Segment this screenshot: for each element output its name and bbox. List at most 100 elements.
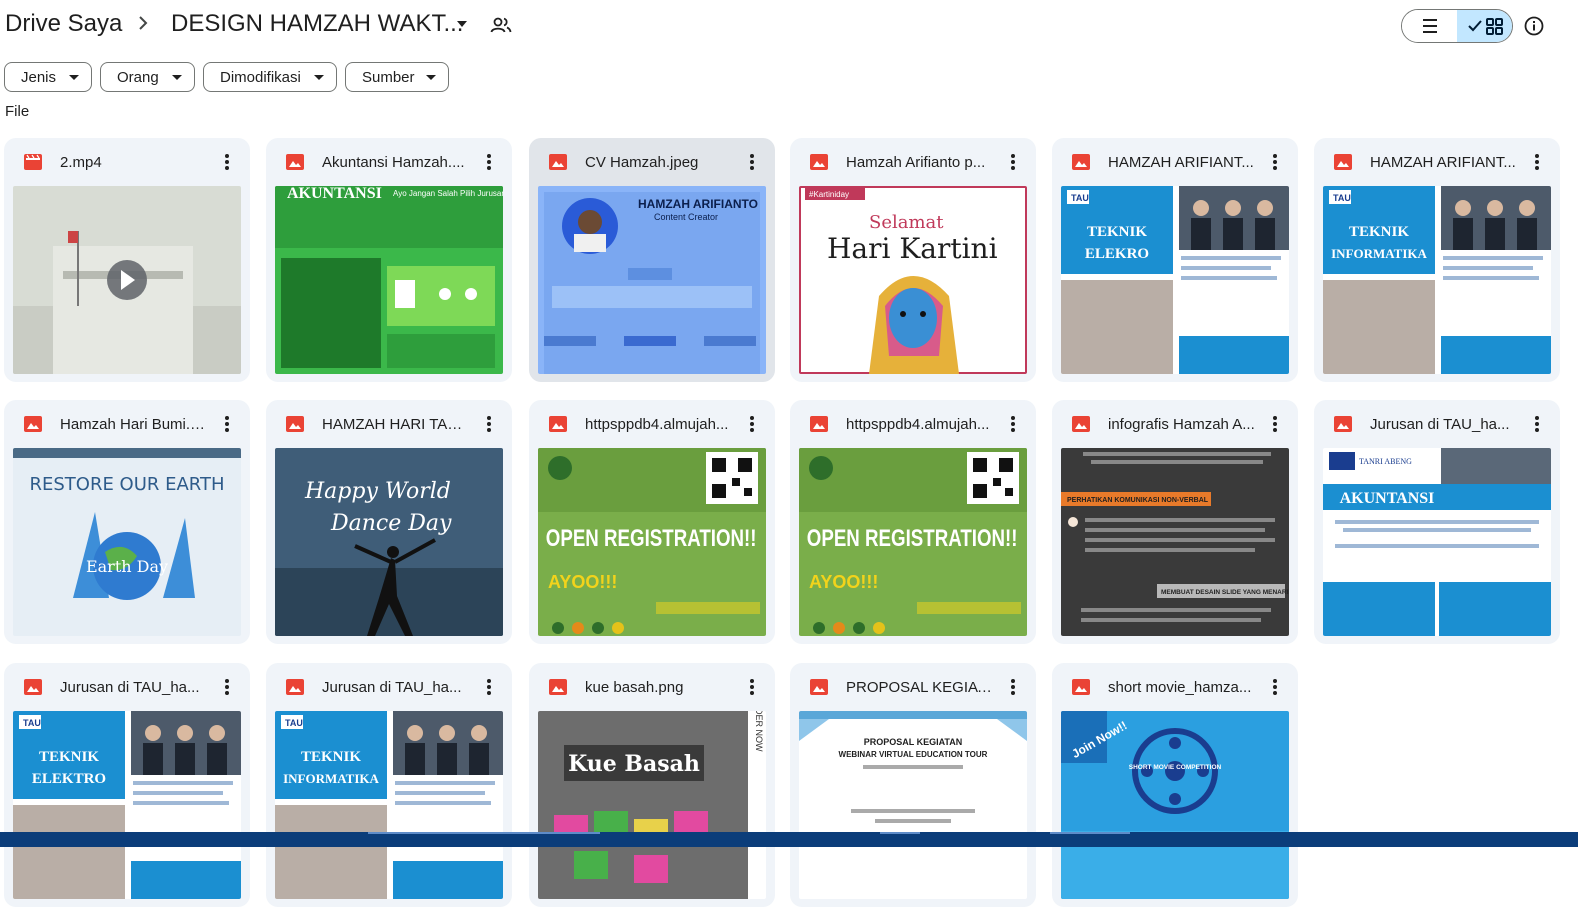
file-thumbnail[interactable]: RESTORE OUR EARTH Earth Day: [13, 448, 241, 636]
filter-label: Jenis: [21, 69, 57, 86]
file-card[interactable]: infografis Hamzah A... PERHATIKAN KOMUNI…: [1052, 400, 1298, 644]
file-card[interactable]: PROPOSAL KEGIAT... PROPOSAL KEGIATAN WEB…: [790, 663, 1036, 907]
list-view-button[interactable]: [1402, 10, 1458, 42]
grid-view-button[interactable]: [1457, 10, 1512, 42]
thumb-title: TEKNIK: [301, 749, 361, 765]
thumbnail-image: PROPOSAL KEGIATAN WEBINAR VIRTUAL EDUCAT…: [799, 711, 1027, 899]
more-vert-icon[interactable]: [220, 414, 234, 434]
more-vert-icon[interactable]: [1006, 677, 1020, 697]
file-thumbnail[interactable]: OPEN REGISTRATION!! AYOO!!!: [538, 448, 766, 636]
view-toggle: [1401, 9, 1513, 43]
svg-text:TAU: TAU: [1071, 193, 1089, 203]
more-vert-icon[interactable]: [1006, 152, 1020, 172]
filter-label: Sumber: [362, 69, 415, 86]
file-card[interactable]: httpsppdb4.almujah... OPEN REGISTRATION!…: [790, 400, 1036, 644]
check-grid-icon: [1468, 18, 1503, 35]
thumbnail-image: TAU TEKNIK INFORMATIKA: [275, 711, 503, 899]
file-name: Jurusan di TAU_ha...: [60, 679, 200, 696]
file-card[interactable]: CV Hamzah.jpeg HAMZAH ARIFIANTO Content …: [529, 138, 775, 382]
section-label: File: [5, 103, 30, 120]
image-file-icon: [549, 416, 567, 432]
more-vert-icon[interactable]: [1006, 414, 1020, 434]
file-thumbnail[interactable]: OPEN REGISTRATION!! AYOO!!!: [799, 448, 1027, 636]
file-thumbnail[interactable]: AKUNTANSI Ayo Jangan Salah Pilih Jurusan…: [275, 186, 503, 374]
more-vert-icon[interactable]: [482, 152, 496, 172]
thumb-title: INFORMATIKA: [283, 771, 379, 786]
svg-text:TAU: TAU: [23, 718, 41, 728]
more-vert-icon[interactable]: [745, 414, 759, 434]
filter-orang[interactable]: Orang: [100, 62, 195, 92]
thumb-title: AKUNTANSI: [287, 186, 382, 202]
file-thumbnail[interactable]: [13, 186, 241, 374]
filter-label: Dimodifikasi: [220, 69, 301, 86]
file-card[interactable]: kue basah.png Kue Basah ORDER NOW: [529, 663, 775, 907]
file-card[interactable]: Jurusan di TAU_ha... TANRI ABENG AKUNTAN…: [1314, 400, 1560, 644]
image-file-icon: [1072, 416, 1090, 432]
thumb-title: HAMZAH ARIFIANTO: [638, 197, 758, 211]
file-card[interactable]: HAMZAH ARIFIANT... TAU TEKNIK ELEKRO: [1052, 138, 1298, 382]
more-vert-icon[interactable]: [220, 152, 234, 172]
thumb-title: WEBINAR VIRTUAL EDUCATION TOUR: [839, 750, 988, 759]
more-vert-icon[interactable]: [1268, 414, 1282, 434]
file-card[interactable]: short movie_hamza... Join Now!! SHORT MO…: [1052, 663, 1298, 907]
image-file-icon: [1334, 416, 1352, 432]
filter-dimodifikasi[interactable]: Dimodifikasi: [203, 62, 337, 92]
file-card[interactable]: Akuntansi Hamzah.... AKUNTANSI Ayo Janga…: [266, 138, 512, 382]
more-vert-icon[interactable]: [1268, 152, 1282, 172]
filter-jenis[interactable]: Jenis: [4, 62, 92, 92]
file-thumbnail[interactable]: Happy World Dance Day: [275, 448, 503, 636]
more-vert-icon[interactable]: [1530, 152, 1544, 172]
file-card[interactable]: httpsppdb4.almujah... OPEN REGISTRATION!…: [529, 400, 775, 644]
more-vert-icon[interactable]: [1268, 677, 1282, 697]
file-card[interactable]: Jurusan di TAU_ha... TAU TEKNIK INFORMAT…: [266, 663, 512, 907]
file-thumbnail[interactable]: TAU TEKNIK ELEKTRO: [13, 711, 241, 899]
thumbnail-image: Happy World Dance Day: [275, 448, 503, 636]
breadcrumb-current-folder[interactable]: DESIGN HAMZAH WAKT...: [171, 10, 463, 38]
breadcrumb-root[interactable]: Drive Saya: [5, 10, 122, 38]
thumb-title: TEKNIK: [1349, 224, 1409, 240]
more-vert-icon[interactable]: [745, 152, 759, 172]
file-card[interactable]: HAMZAH HARI TARI ... Happy World Dance D…: [266, 400, 512, 644]
taskbar-accent: [880, 832, 920, 834]
filter-sumber[interactable]: Sumber: [345, 62, 449, 92]
thumbnail-image: HAMZAH ARIFIANTO Content Creator: [538, 186, 766, 374]
file-name: httpsppdb4.almujah...: [846, 416, 990, 433]
file-card[interactable]: Jurusan di TAU_ha... TAU TEKNIK ELEKTRO: [4, 663, 250, 907]
thumb-title: PROPOSAL KEGIATAN: [864, 737, 963, 747]
more-vert-icon[interactable]: [745, 677, 759, 697]
thumbnail-image: PERHATIKAN KOMUNIKASI NON-VERBAL MEMBUAT…: [1061, 448, 1289, 636]
file-name: short movie_hamza...: [1108, 679, 1252, 696]
info-icon[interactable]: [1523, 15, 1545, 37]
thumb-title: OPEN REGISTRATION!!: [546, 525, 757, 552]
thumbnail-image: [13, 186, 241, 374]
more-vert-icon[interactable]: [482, 414, 496, 434]
shared-folder-icon: [490, 17, 512, 33]
file-card[interactable]: 2.mp4: [4, 138, 250, 382]
file-name: Akuntansi Hamzah....: [322, 154, 465, 171]
more-vert-icon[interactable]: [220, 677, 234, 697]
file-thumbnail[interactable]: TAU TEKNIK INFORMATIKA: [1323, 186, 1551, 374]
file-thumbnail[interactable]: TAU TEKNIK ELEKRO: [1061, 186, 1289, 374]
file-thumbnail[interactable]: #Kartiniday Selamat Hari Kartini: [799, 186, 1027, 374]
file-card[interactable]: Hamzah Arifianto p... #Kartiniday Selama…: [790, 138, 1036, 382]
file-thumbnail[interactable]: PROPOSAL KEGIATAN WEBINAR VIRTUAL EDUCAT…: [799, 711, 1027, 899]
file-thumbnail[interactable]: HAMZAH ARIFIANTO Content Creator: [538, 186, 766, 374]
file-thumbnail[interactable]: Kue Basah ORDER NOW: [538, 711, 766, 899]
file-name: httpsppdb4.almujah...: [585, 416, 729, 433]
thumb-title: Selamat: [869, 212, 944, 233]
file-thumbnail[interactable]: Join Now!! SHORT MOVIE COMPETITION: [1061, 711, 1289, 899]
file-card[interactable]: Hamzah Hari Bumi.p... RESTORE OUR EARTH …: [4, 400, 250, 644]
thumb-title: Ayo Jangan Salah Pilih Jurusan!!!: [393, 189, 503, 198]
thumb-title: OPEN REGISTRATION!!: [807, 525, 1018, 552]
file-card[interactable]: HAMZAH ARIFIANT... TAU TEKNIK INFORMATIK…: [1314, 138, 1560, 382]
thumbnail-image: Join Now!! SHORT MOVIE COMPETITION: [1061, 711, 1289, 899]
thumb-title: TEKNIK: [39, 749, 99, 765]
more-vert-icon[interactable]: [482, 677, 496, 697]
thumb-title: PERHATIKAN KOMUNIKASI NON-VERBAL: [1067, 497, 1209, 504]
caret-down-icon[interactable]: [455, 19, 469, 29]
more-vert-icon[interactable]: [1530, 414, 1544, 434]
file-thumbnail[interactable]: TANRI ABENG AKUNTANSI: [1323, 448, 1551, 636]
file-thumbnail[interactable]: PERHATIKAN KOMUNIKASI NON-VERBAL MEMBUAT…: [1061, 448, 1289, 636]
thumb-title: Hari Kartini: [827, 232, 998, 265]
file-thumbnail[interactable]: TAU TEKNIK INFORMATIKA: [275, 711, 503, 899]
